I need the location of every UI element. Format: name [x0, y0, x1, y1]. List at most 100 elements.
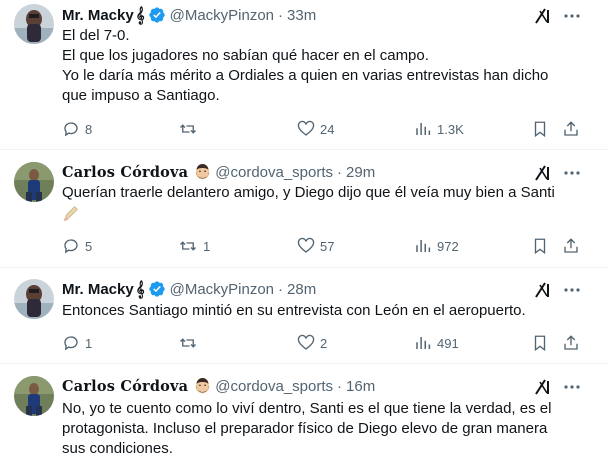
timestamp[interactable]: 28m — [287, 281, 316, 298]
tweet-actions: 8 24 1.3K — [0, 118, 608, 140]
share-icon — [564, 335, 578, 350]
avatar-mackypinzon[interactable] — [14, 279, 54, 319]
share-button[interactable] — [562, 332, 580, 354]
tweet-text-line: Entonces Santiago mintió en su entrevist… — [62, 302, 526, 319]
views-icon — [416, 123, 431, 135]
share-icon — [564, 121, 578, 136]
tweet-text-line: No, yo te cuento como lo viví dentro, Sa… — [62, 400, 552, 417]
repost-count: 1 — [203, 238, 211, 254]
bookmark-icon — [534, 238, 546, 255]
tweet-text: No, yo te cuento como lo viví dentro, Sa… — [62, 399, 592, 459]
timestamp[interactable]: 29m — [346, 164, 375, 181]
verified-badge-icon — [148, 280, 166, 298]
more-icon[interactable] — [563, 281, 581, 299]
repost-icon — [180, 241, 196, 251]
display-name[interactable]: Mr. Macky — [62, 281, 134, 298]
handle[interactable]: @MackyPinzon — [170, 281, 274, 298]
reply-button[interactable]: 1 — [62, 332, 92, 354]
tweet-text-line: Querían traerle delantero amigo, y Diego… — [62, 184, 555, 201]
reply-count: 5 — [85, 238, 93, 254]
tweet-actions: 5 1 57 972 — [0, 235, 608, 257]
repost-button[interactable]: 1 — [178, 235, 210, 257]
tweet-text: El del 7-0. El que los jugadores no sabí… — [62, 26, 592, 106]
like-button[interactable]: 24 — [297, 118, 334, 140]
timestamp[interactable]: 16m — [346, 378, 375, 395]
share-icon — [564, 238, 578, 253]
avatar-cordova-sports[interactable] — [14, 376, 54, 416]
grok-icon[interactable] — [534, 378, 552, 396]
handle[interactable]: @cordova_sports — [215, 164, 333, 181]
avatar-mackypinzon[interactable] — [14, 4, 54, 44]
tweet-2[interactable]: Carlos Córdova @cordova_sports · 29m Que… — [0, 150, 608, 268]
like-count: 57 — [320, 238, 335, 254]
reply-icon — [64, 336, 78, 351]
share-button[interactable] — [562, 235, 580, 257]
views-button[interactable]: 972 — [414, 235, 459, 257]
views-icon — [416, 337, 431, 349]
like-button[interactable]: 57 — [297, 235, 334, 257]
separator-dot: · — [337, 163, 343, 181]
repost-icon — [180, 338, 196, 348]
reply-icon — [64, 239, 78, 254]
verified-badge-icon — [148, 6, 166, 24]
separator-dot: · — [337, 377, 343, 395]
bookmark-icon — [534, 335, 546, 352]
repost-button[interactable] — [178, 118, 203, 140]
views-count: 491 — [437, 335, 459, 351]
reply-icon — [64, 122, 78, 137]
tweet-text-line: El del 7-0. — [62, 27, 130, 44]
grok-icon[interactable] — [534, 7, 552, 25]
timestamp[interactable]: 33m — [287, 7, 316, 24]
tweet-header: Mr. Macky 𝄞 @MackyPinzon · 28m — [62, 278, 316, 300]
avatar-cordova-sports[interactable] — [14, 162, 54, 202]
reply-button[interactable]: 5 — [62, 235, 92, 257]
like-count: 24 — [320, 121, 335, 137]
tweet-actions: 1 2 491 — [0, 332, 608, 354]
like-icon — [297, 334, 315, 350]
tweet-header: Carlos Córdova @cordova_sports · 29m — [62, 161, 375, 183]
bookmark-button[interactable] — [531, 118, 549, 140]
views-button[interactable]: 1.3K — [414, 118, 464, 140]
separator-dot: · — [278, 6, 284, 24]
display-name[interactable]: Carlos Córdova — [62, 164, 188, 181]
reply-button[interactable]: 8 — [62, 118, 92, 140]
reply-count: 8 — [85, 121, 93, 137]
like-icon — [297, 237, 315, 253]
tweet-text: Entonces Santiago mintió en su entrevist… — [62, 301, 592, 321]
views-button[interactable]: 491 — [414, 332, 459, 354]
share-button[interactable] — [562, 118, 580, 140]
tweet-text: Querían traerle delantero amigo, y Diego… — [62, 183, 592, 223]
grok-icon[interactable] — [534, 164, 552, 182]
more-icon[interactable] — [563, 164, 581, 182]
tweet-text-line: protagonista. Incluso el preparador físi… — [62, 420, 548, 437]
handle[interactable]: @MackyPinzon — [170, 7, 274, 24]
grok-icon[interactable] — [534, 281, 552, 299]
tweet-4[interactable]: Carlos Córdova @cordova_sports · 16m No,… — [0, 364, 608, 461]
pencil-emoji-icon — [62, 203, 592, 223]
more-icon[interactable] — [563, 378, 581, 396]
bookmark-icon — [534, 121, 546, 138]
handle[interactable]: @cordova_sports — [215, 378, 333, 395]
bookmark-button[interactable] — [531, 235, 549, 257]
tweet-3[interactable]: Mr. Macky 𝄞 @MackyPinzon · 28m Entonces … — [0, 268, 608, 364]
tweet-text-line: sus condiciones. — [62, 440, 173, 457]
name-suffix: 𝄞 — [135, 6, 145, 24]
bookmark-button[interactable] — [531, 332, 549, 354]
tweet-text-line: que impuso a Santiago. — [62, 87, 220, 104]
views-count: 1.3K — [437, 121, 464, 137]
tweet-header: Carlos Córdova @cordova_sports · 16m — [62, 375, 375, 397]
beard-emoji-icon — [194, 377, 211, 395]
views-icon — [416, 240, 431, 252]
display-name[interactable]: Carlos Córdova — [62, 378, 188, 395]
name-suffix: 𝄞 — [135, 280, 145, 298]
like-count: 2 — [320, 335, 328, 351]
tweet-text-line: Yo le daría más mérito a Ordiales a quie… — [62, 67, 549, 84]
views-count: 972 — [437, 238, 459, 254]
display-name[interactable]: Mr. Macky — [62, 7, 134, 24]
tweet-1[interactable]: Mr. Macky 𝄞 @MackyPinzon · 33m El del 7-… — [0, 0, 608, 150]
more-icon[interactable] — [563, 7, 581, 25]
repost-button[interactable] — [178, 332, 203, 354]
tweet-text-line: El que los jugadores no sabían qué hacer… — [62, 47, 429, 64]
like-button[interactable]: 2 — [297, 332, 327, 354]
reply-count: 1 — [85, 335, 93, 351]
